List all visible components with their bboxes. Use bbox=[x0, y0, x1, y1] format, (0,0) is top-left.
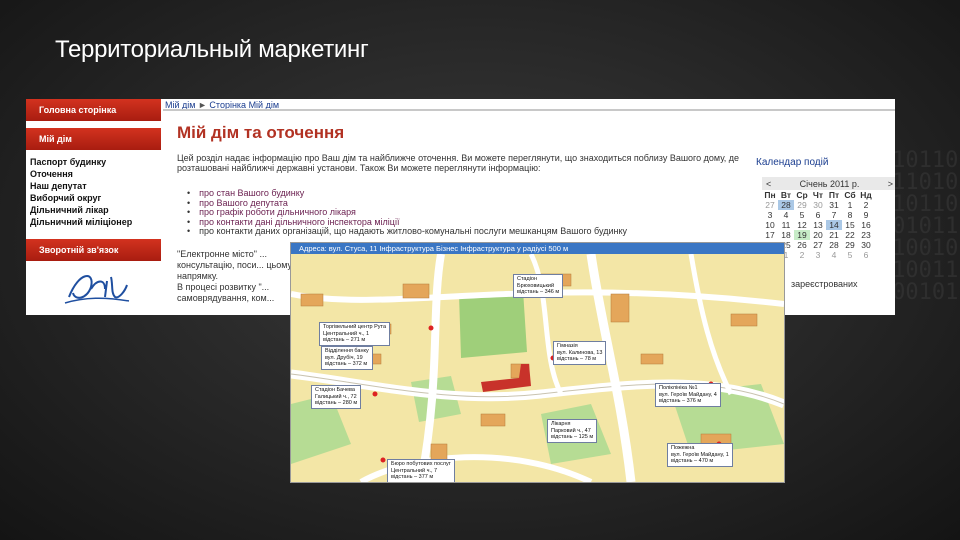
sidebar-link-district[interactable]: Виборчий округ bbox=[30, 192, 160, 204]
calendar-day[interactable]: 28 bbox=[778, 200, 794, 210]
calendar-day[interactable]: 1 bbox=[842, 200, 858, 210]
calendar-week: 27 28 29 30 31 1 2 bbox=[762, 200, 895, 210]
weekday: Пн bbox=[764, 190, 776, 200]
calendar-day[interactable]: 27 bbox=[762, 200, 778, 210]
calendar-day[interactable]: 11 bbox=[778, 220, 794, 230]
map-callout-mall[interactable]: Торгівельний центр Рута Центральний ч., … bbox=[319, 322, 391, 346]
calendar-week: 3456789 bbox=[762, 210, 895, 220]
calendar-day[interactable]: 2 bbox=[858, 200, 874, 210]
calendar-prev-button[interactable]: < bbox=[766, 179, 771, 189]
map-callout-stadium[interactable]: Стадіон Брюховицький відстань – 346 м bbox=[513, 274, 564, 298]
calendar-week: 17 18 19 20 21 22 23 bbox=[762, 230, 895, 240]
sidebar-link-police[interactable]: Дільничний міліціонер bbox=[30, 216, 160, 228]
slide-title: Территориальный маркетинг bbox=[55, 36, 369, 63]
calendar-day[interactable]: 22 bbox=[842, 230, 858, 240]
electronic-city-text: "Електронне місто" ... консультацію, пос… bbox=[177, 249, 293, 281]
calendar-day[interactable]: 21 bbox=[826, 230, 842, 240]
calendar-day[interactable]: 18 bbox=[778, 230, 794, 240]
sidebar-item-my-home[interactable]: Мій дім bbox=[26, 128, 161, 150]
calendar-day[interactable]: 5 bbox=[842, 250, 858, 260]
map-callout-gymnasium[interactable]: Гімназія вул. Калинова, 13 відстань – 78… bbox=[553, 341, 607, 365]
calendar-day-today[interactable]: 19 bbox=[794, 230, 810, 240]
calendar-header: < Січень 2011 р. > bbox=[762, 177, 895, 190]
development-text: В процесі розвитку "... самоврядування, … bbox=[177, 282, 275, 303]
weekday: Сб bbox=[844, 190, 856, 200]
map-callout-bank[interactable]: Відділення банку вул. Друбіч, 19 відстан… bbox=[321, 346, 373, 370]
map-callout-hospital[interactable]: Лікарня Парковий ч., 47 відстань – 125 м bbox=[547, 419, 598, 443]
sidebar-link-doctor[interactable]: Дільничний лікар bbox=[30, 204, 160, 216]
calendar-weekdays: Пн Вт Ср Чт Пт Сб Нд bbox=[762, 190, 895, 200]
calendar-day[interactable]: 29 bbox=[794, 200, 810, 210]
calendar-day[interactable]: 10 bbox=[762, 220, 778, 230]
sidebar-link-surroundings[interactable]: Оточення bbox=[30, 168, 160, 180]
calendar-day[interactable]: 16 bbox=[858, 220, 874, 230]
calendar-day[interactable]: 6 bbox=[810, 210, 826, 220]
calendar-day[interactable]: 23 bbox=[858, 230, 874, 240]
calendar-day[interactable]: 12 bbox=[794, 220, 810, 230]
intro-text: Цей розділ надає інформацію про Ваш дім … bbox=[177, 153, 740, 173]
sidebar-links: Паспорт будинку Оточення Наш депутат Виб… bbox=[30, 156, 160, 228]
page-title: Мій дім та оточення bbox=[177, 123, 345, 142]
weekday: Вт bbox=[780, 190, 792, 200]
sidebar: Головна сторінка Мій дім Паспорт будинку… bbox=[26, 99, 161, 315]
sidebar-item-home[interactable]: Головна сторінка bbox=[26, 99, 161, 121]
calendar-day[interactable]: 9 bbox=[858, 210, 874, 220]
calendar-day[interactable]: 7 bbox=[826, 210, 842, 220]
calendar-day[interactable]: 30 bbox=[810, 200, 826, 210]
calendar-day[interactable]: 13 bbox=[810, 220, 826, 230]
map-callout-clinic[interactable]: Поліклініка №1 вул. Героїв Майдану, 4 ві… bbox=[655, 383, 721, 407]
calendar-day-selected[interactable]: 14 bbox=[826, 220, 842, 230]
calendar-day[interactable]: 15 bbox=[842, 220, 858, 230]
calendar-day[interactable]: 2 bbox=[794, 250, 810, 260]
map-callout-fire-station[interactable]: Пожежна вул. Героїв Майдану, 1 відстань … bbox=[667, 443, 733, 467]
weekday: Пт bbox=[828, 190, 840, 200]
map-callout-stadium-bacheva[interactable]: Стадіон Бачева Галицький ч., 72 відстань… bbox=[311, 385, 362, 409]
info-list: про стан Вашого будинку про Вашого депут… bbox=[199, 188, 741, 237]
calendar-day[interactable]: 27 bbox=[810, 240, 826, 250]
calendar-next-button[interactable]: > bbox=[888, 179, 893, 189]
calendar-day[interactable]: 17 bbox=[762, 230, 778, 240]
calendar-day[interactable]: 29 bbox=[842, 240, 858, 250]
city-map[interactable]: Адреса: вул. Стуса, 11 Інфраструктура Бі… bbox=[290, 242, 785, 483]
sidebar-item-feedback[interactable]: Зворотній зв'язок bbox=[26, 239, 161, 261]
registered-text: зареєстрованих bbox=[791, 279, 858, 289]
calendar-link[interactable]: Календар подій bbox=[756, 157, 828, 168]
divider bbox=[163, 109, 895, 111]
city-logo bbox=[64, 275, 130, 304]
list-item-organizations: про контакти даних організацій, що надаю… bbox=[199, 226, 741, 237]
weekday: Ср bbox=[796, 190, 808, 200]
weekday: Нд bbox=[860, 190, 872, 200]
calendar-month: Січень 2011 р. bbox=[799, 178, 860, 189]
calendar-week: 10 11 12 13 14 15 16 bbox=[762, 220, 895, 230]
calendar-day[interactable]: 26 bbox=[794, 240, 810, 250]
sidebar-link-deputy[interactable]: Наш депутат bbox=[30, 180, 160, 192]
map-address-bar: Адреса: вул. Стуса, 11 Інфраструктура Бі… bbox=[291, 243, 784, 254]
calendar-day[interactable]: 20 bbox=[810, 230, 826, 240]
calendar-day[interactable]: 4 bbox=[778, 210, 794, 220]
calendar-day[interactable]: 4 bbox=[826, 250, 842, 260]
calendar-day[interactable]: 6 bbox=[858, 250, 874, 260]
sidebar-link-passport[interactable]: Паспорт будинку bbox=[30, 156, 160, 168]
calendar-day[interactable]: 28 bbox=[826, 240, 842, 250]
calendar-day[interactable]: 3 bbox=[810, 250, 826, 260]
calendar-day[interactable]: 30 bbox=[858, 240, 874, 250]
weekday: Чт bbox=[812, 190, 824, 200]
calendar-day[interactable]: 8 bbox=[842, 210, 858, 220]
map-callout-services[interactable]: Бюро побутових послуг Центральний ч., 7 … bbox=[387, 459, 455, 482]
calendar-day[interactable]: 31 bbox=[826, 200, 842, 210]
calendar-day[interactable]: 5 bbox=[794, 210, 810, 220]
calendar-day[interactable]: 3 bbox=[762, 210, 778, 220]
